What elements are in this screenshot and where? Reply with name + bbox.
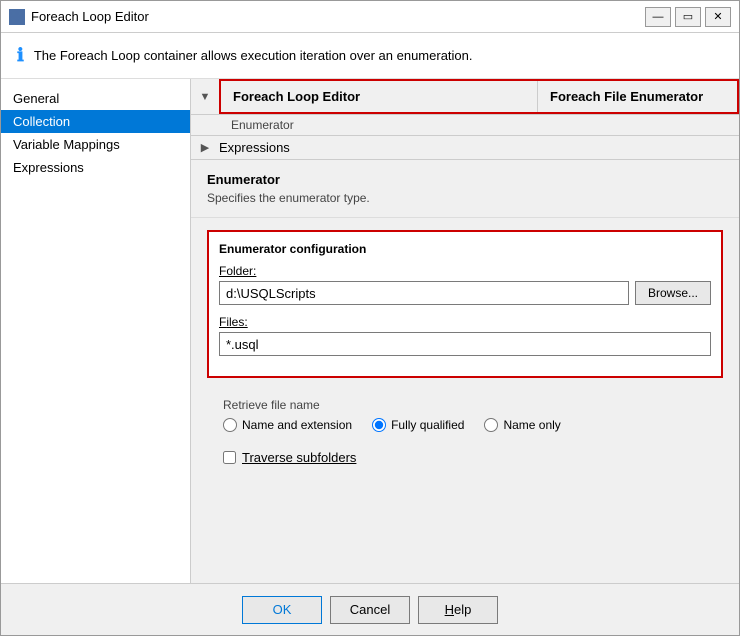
folder-input[interactable]	[219, 281, 629, 305]
expressions-row: ▶ Expressions	[191, 136, 739, 160]
enumerator-title: Enumerator	[207, 172, 723, 187]
cancel-button[interactable]: Cancel	[330, 596, 410, 624]
sidebar-item-expressions[interactable]: Expressions	[1, 156, 190, 179]
expressions-label: Expressions	[219, 140, 290, 155]
title-bar-controls: ― ▭ ✕	[645, 7, 731, 27]
folder-field-row: Browse...	[219, 281, 711, 305]
files-label: Files:	[219, 315, 711, 329]
folder-label-text: Folder:	[219, 264, 256, 278]
window-icon	[9, 9, 25, 25]
sidebar-item-general[interactable]: General	[1, 87, 190, 110]
panel-header: ▼ Foreach Loop Editor Foreach File Enume…	[191, 79, 739, 115]
info-bar: ℹ The Foreach Loop container allows exec…	[1, 33, 739, 79]
help-button[interactable]: Help	[418, 596, 498, 624]
radio-fully-qualified-label: Fully qualified	[391, 418, 464, 432]
sidebar-item-collection[interactable]: Collection	[1, 110, 190, 133]
retrieve-title: Retrieve file name	[223, 398, 707, 412]
traverse-text: Traverse subfolders	[242, 450, 356, 465]
enumerator-row: Enumerator	[191, 115, 739, 136]
collapse-arrow-icon: ▼	[191, 79, 219, 114]
traverse-section: Traverse subfolders	[207, 442, 723, 473]
files-field-group: Files:	[219, 315, 711, 356]
files-label-text: Files:	[219, 315, 248, 329]
title-bar-text: Foreach Loop Editor	[31, 9, 645, 24]
config-title: Enumerator configuration	[219, 242, 711, 256]
retrieve-section: Retrieve file name Name and extension Fu…	[207, 394, 723, 442]
files-input[interactable]	[219, 332, 711, 356]
title-bar: Foreach Loop Editor ― ▭ ✕	[1, 1, 739, 33]
config-box: Enumerator configuration Folder: Browse.…	[207, 230, 723, 378]
files-field-row	[219, 332, 711, 356]
minimize-button[interactable]: ―	[645, 7, 671, 27]
enumerator-value-text: Foreach File Enumerator	[550, 89, 703, 104]
info-text: The Foreach Loop container allows execut…	[34, 48, 473, 63]
radio-name-only-label: Name only	[503, 418, 560, 432]
radio-group: Name and extension Fully qualified Name …	[223, 418, 707, 432]
browse-button[interactable]: Browse...	[635, 281, 711, 305]
radio-name-and-extension[interactable]: Name and extension	[223, 418, 352, 432]
radio-name-ext-input[interactable]	[223, 418, 237, 432]
config-section: Enumerator configuration Folder: Browse.…	[191, 218, 739, 583]
folder-label: Folder:	[219, 264, 711, 278]
ok-button[interactable]: OK	[242, 596, 322, 624]
close-button[interactable]: ✕	[705, 7, 731, 27]
enumerator-description: Specifies the enumerator type.	[207, 191, 723, 205]
panel-header-title: Foreach Loop Editor	[221, 81, 537, 112]
panel-header-content: Foreach Loop Editor Foreach File Enumera…	[219, 79, 739, 114]
folder-field-group: Folder: Browse...	[219, 264, 711, 305]
footer: OK Cancel Help	[1, 583, 739, 635]
info-icon: ℹ	[17, 45, 24, 66]
radio-name-ext-label: Name and extension	[242, 418, 352, 432]
panel: ▼ Foreach Loop Editor Foreach File Enume…	[191, 79, 739, 583]
traverse-checkbox[interactable]	[223, 451, 236, 464]
radio-name-only[interactable]: Name only	[484, 418, 560, 432]
main-content: General Collection Variable Mappings Exp…	[1, 79, 739, 583]
enumerator-row-label: Enumerator	[219, 115, 739, 135]
traverse-label[interactable]: Traverse subfolders	[223, 450, 707, 465]
radio-fully-qualified[interactable]: Fully qualified	[372, 418, 464, 432]
sidebar-item-variable-mappings[interactable]: Variable Mappings	[1, 133, 190, 156]
sidebar: General Collection Variable Mappings Exp…	[1, 79, 191, 583]
radio-name-only-input[interactable]	[484, 418, 498, 432]
radio-fully-qualified-input[interactable]	[372, 418, 386, 432]
expand-arrow-icon: ▶	[191, 141, 219, 154]
maximize-button[interactable]: ▭	[675, 7, 701, 27]
foreach-loop-editor-window: Foreach Loop Editor ― ▭ ✕ ℹ The Foreach …	[0, 0, 740, 636]
enumerator-section: Enumerator Specifies the enumerator type…	[191, 160, 739, 218]
panel-header-enumerator-value: Foreach File Enumerator	[537, 81, 737, 112]
